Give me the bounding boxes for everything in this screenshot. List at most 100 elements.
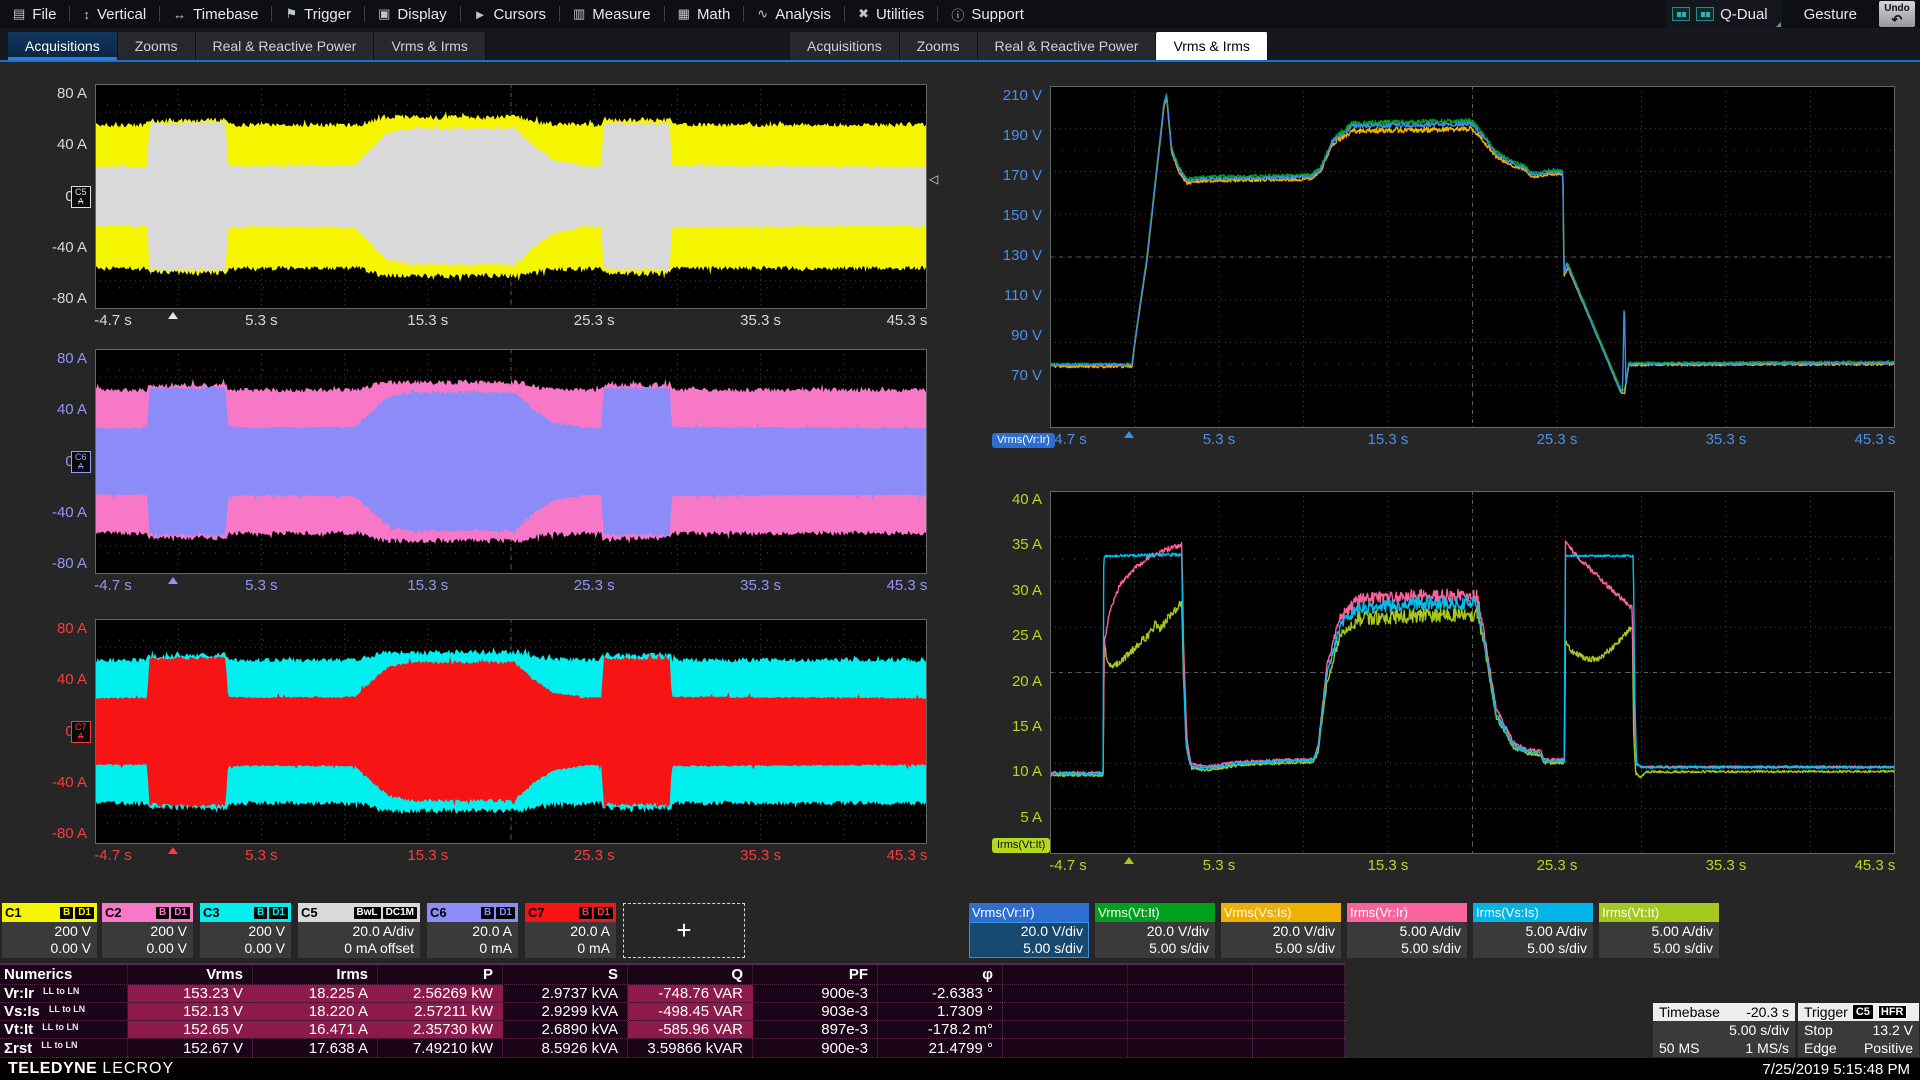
channel-descriptor-c7[interactable]: C7BD120.0 A0 mA: [525, 903, 616, 958]
channel-descriptor-c6[interactable]: C6BD120.0 A0 mA: [427, 903, 518, 958]
trace-tag-irms[interactable]: Irms(Vt:It): [992, 838, 1050, 853]
channel-badges: BD1: [254, 907, 288, 919]
zero-level-tag-c7[interactable]: C7A: [71, 721, 91, 743]
trace-descriptor-vrms-vs-is-[interactable]: Vrms(Vs:Is) 20.0 V/div5.00 s/div: [1221, 903, 1341, 958]
tab-left-real-reactive-power[interactable]: Real & Reactive Power: [196, 32, 375, 60]
menu-utilities[interactable]: ✖Utilities: [845, 0, 937, 28]
vrms-ytick-label: 130 V: [982, 248, 1042, 264]
channel-descriptor-body: 200 V0.00 V: [102, 922, 193, 958]
trace-descriptor-irms-vt-it-[interactable]: Irms(Vt:It)5.00 A/div5.00 s/div: [1599, 903, 1719, 958]
trigger-panel[interactable]: Trigger C5 HFR Stop13.2 V EdgePositive: [1798, 1003, 1919, 1057]
menu-trigger[interactable]: ⚑Trigger: [272, 0, 364, 28]
trace-descriptor-body: 5.00 A/div5.00 s/div: [1347, 922, 1467, 958]
menu-display[interactable]: ▣Display: [365, 0, 459, 28]
channel-badge-d1: D1: [269, 907, 288, 919]
channel-badge-b: B: [156, 907, 169, 919]
trace-name: Irms(Vs:Is): [1476, 905, 1539, 920]
irms-ytick-label: 25 A: [982, 628, 1042, 644]
vrms-ytick-label: 150 V: [982, 208, 1042, 224]
waveform-grid-c3-c7[interactable]: [95, 619, 927, 844]
numerics-value-cell: [1003, 985, 1128, 1002]
tab-right-vrms-irms[interactable]: Vrms & Irms: [1156, 32, 1267, 60]
irms-trigger-time-marker[interactable]: [1124, 857, 1134, 864]
numerics-value-cell: [1003, 1021, 1128, 1038]
tab-right-acquisitions[interactable]: Acquisitions: [790, 32, 900, 60]
tab-left-acquisitions[interactable]: Acquisitions: [8, 32, 118, 60]
irms-xtick-label: 15.3 s: [1348, 858, 1428, 874]
tab-left-vrms-irms[interactable]: Vrms & Irms: [374, 32, 485, 60]
trace-descriptor-vrms-vt-it-[interactable]: Vrms(Vt:It)20.0 V/div5.00 s/div: [1095, 903, 1215, 958]
qdual-dropdown-corner: [1776, 22, 1781, 27]
numerics-value-cell: [1128, 1039, 1253, 1057]
rms-chart-irms[interactable]: [1050, 491, 1895, 854]
trace-descriptor-irms-vr-ir-[interactable]: Irms(Vr:Ir)5.00 A/div5.00 s/div: [1347, 903, 1467, 958]
numerics-value-cell: 152.65 V: [128, 1021, 253, 1038]
qdual-display-icon: [1696, 7, 1714, 21]
vrms-xtick-label: 25.3 s: [1517, 432, 1597, 448]
waveform-grid-c1-c5[interactable]: [95, 84, 927, 309]
menu-file[interactable]: ▤File: [0, 0, 69, 28]
menu-support[interactable]: ⓘSupport: [938, 0, 1037, 28]
trace-vscale: 5.00 A/div: [1599, 923, 1713, 940]
channel-scale: 20.0 A/div: [298, 923, 414, 940]
numerics-table[interactable]: NumericsVrmsIrmsPSQPFφVr:IrLL to LN153.2…: [0, 963, 1345, 1058]
numerics-value-cell: 2.35730 kW: [378, 1021, 503, 1038]
gesture-button[interactable]: Gesture: [1791, 6, 1870, 23]
menu-analysis[interactable]: ∿Analysis: [744, 0, 844, 28]
channel-id: C6: [430, 905, 447, 920]
trace-hscale: 5.00 s/div: [1221, 940, 1335, 957]
vrms-trigger-time-marker[interactable]: [1124, 431, 1134, 438]
qdual-display-icon: [1672, 7, 1690, 21]
rms-chart-vrms[interactable]: [1050, 86, 1895, 428]
numerics-header-cell: [1128, 965, 1253, 984]
vrms-xtick-label: 35.3 s: [1686, 432, 1766, 448]
menu-timebase[interactable]: ↔Timebase: [160, 0, 271, 28]
c1-c5-trigger-time-marker[interactable]: [168, 312, 178, 319]
irms-ytick-label: 5 A: [982, 810, 1042, 826]
c1-c5-xtick-label: 15.3 s: [388, 313, 468, 329]
trigger-state: Stop: [1804, 1022, 1833, 1038]
trace-name: Vrms(Vs:Is): [1224, 905, 1291, 920]
c2-c6-trigger-time-marker[interactable]: [168, 577, 178, 584]
tab-right-real-reactive-power[interactable]: Real & Reactive Power: [978, 32, 1157, 60]
channel-id: C3: [203, 905, 220, 920]
undo-button[interactable]: Undo↶: [1879, 1, 1915, 27]
numerics-value-cell: 3.59866 kVAR: [628, 1039, 753, 1057]
numerics-row-label[interactable]: Vr:IrLL to LN: [0, 985, 128, 1002]
c2-c6-xtick-label: 35.3 s: [721, 578, 801, 594]
zero-level-tag-c5[interactable]: C5A: [71, 186, 91, 208]
trace-tag-vrms[interactable]: Vrms(Vr:Ir): [992, 433, 1055, 448]
c1-c5-xtick-label: 25.3 s: [554, 313, 634, 329]
c3-c7-trigger-time-marker[interactable]: [168, 847, 178, 854]
numerics-value-cell: [1253, 1039, 1345, 1057]
channel-badge-d1: D1: [496, 907, 515, 919]
numerics-row-label[interactable]: ΣrstLL to LN: [0, 1039, 128, 1057]
menu-cursors[interactable]: ►Cursors: [461, 0, 559, 28]
cursors-icon: ►: [474, 7, 487, 22]
menu-measure-label: Measure: [592, 6, 650, 23]
add-trace-button[interactable]: +: [623, 903, 745, 958]
menu-measure[interactable]: ▥Measure: [560, 0, 664, 28]
trace-descriptor-irms-vs-is-[interactable]: Irms(Vs:Is)5.00 A/div5.00 s/div: [1473, 903, 1593, 958]
tab-right-zooms[interactable]: Zooms: [900, 32, 978, 60]
qdual-button[interactable]: Q-Dual: [1666, 0, 1782, 28]
channel-descriptor-c5[interactable]: C5BwLDC1M20.0 A/div0 mA offset: [298, 903, 420, 958]
trace-hscale: 5.00 s/div: [1095, 940, 1209, 957]
zero-level-tag-c6[interactable]: C6A: [71, 451, 91, 473]
numerics-row-label[interactable]: Vs:IsLL to LN: [0, 1003, 128, 1020]
channel-descriptor-c1[interactable]: C1BD1200 V0.00 V: [2, 903, 97, 958]
numerics-row-label[interactable]: Vt:ItLL to LN: [0, 1021, 128, 1038]
trace-vscale: 20.0 V/div: [1221, 923, 1335, 940]
channel-descriptor-c2[interactable]: C2BD1200 V0.00 V: [102, 903, 193, 958]
channel-descriptor-c3[interactable]: C3BD1200 V0.00 V: [200, 903, 291, 958]
trigger-level-marker[interactable]: ◁: [929, 172, 938, 186]
trace-descriptor-header: Vrms(Vt:It): [1095, 903, 1215, 922]
file-icon: ▤: [13, 6, 25, 22]
menu-vertical[interactable]: ↕Vertical: [70, 0, 159, 28]
menu-math[interactable]: ▦Math: [665, 0, 744, 28]
trace-descriptor-vrms-vr-ir-[interactable]: Vrms(Vr:Ir)20.0 V/div5.00 s/div: [969, 903, 1089, 958]
timebase-panel[interactable]: Timebase-20.3 s 5.00 s/div 50 MS1 MS/s: [1653, 1003, 1795, 1057]
waveform-grid-c2-c6[interactable]: [95, 349, 927, 574]
tab-left-zooms[interactable]: Zooms: [118, 32, 196, 60]
c3-c7-xtick-label: 15.3 s: [388, 848, 468, 864]
